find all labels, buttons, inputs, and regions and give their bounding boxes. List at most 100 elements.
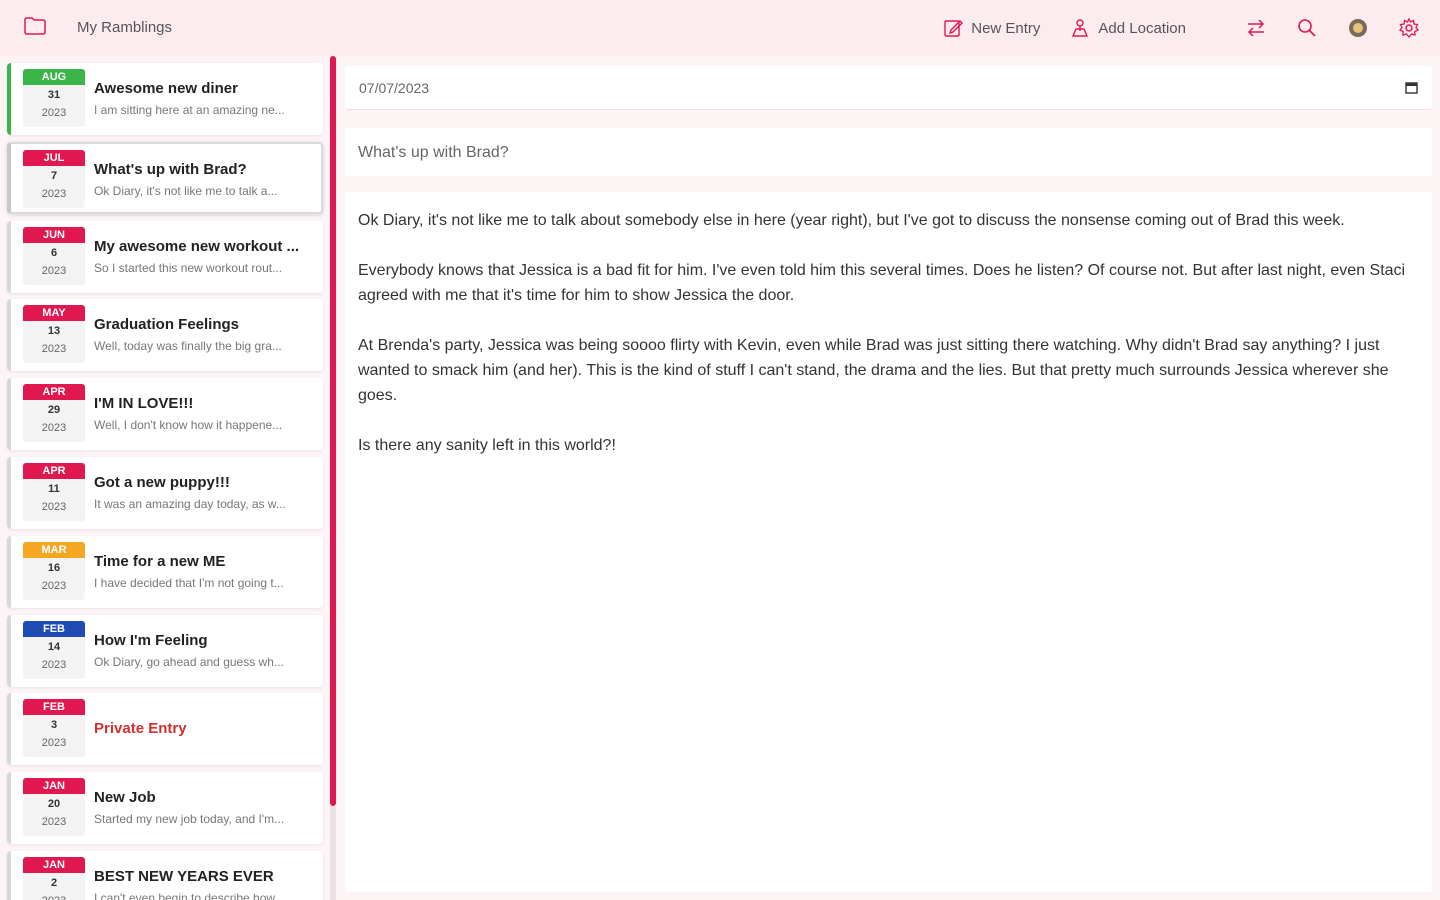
scrollbar-track[interactable] <box>330 806 336 900</box>
entry-year: 2023 <box>41 107 67 119</box>
entry-day: 29 <box>47 404 61 417</box>
entry-title: BEST NEW YEARS EVER <box>94 868 274 885</box>
new-entry-button[interactable]: New Entry <box>943 18 1040 38</box>
entry-preview: It was an amazing day today, as w... <box>94 497 286 511</box>
profile-button[interactable] <box>1347 17 1369 39</box>
entry-card[interactable]: FEB 14 2023 How I'm Feeling Ok Diary, go ahe… <box>7 614 323 687</box>
entry-preview: I am sitting here at an amazing ne... <box>94 103 285 117</box>
entry-month: APR <box>23 463 85 479</box>
date-badge: FEB 3 2023 <box>23 699 85 758</box>
swap-arrows-icon <box>1247 19 1265 37</box>
entry-day: 11 <box>48 483 60 495</box>
body-paragraph: Ok Diary, it's not like me to talk about… <box>358 212 1345 229</box>
entry-card[interactable]: JAN 2 2023 BEST NEW YEARS EVER I can't even … <box>7 851 323 900</box>
date-badge: APR 29 2023 <box>23 384 85 443</box>
entry-year: 2023 <box>41 737 67 750</box>
entry-month: MAR <box>23 541 85 558</box>
entry-year: 2023 <box>41 187 67 200</box>
entry-card[interactable]: APR 11 2023 Got a new puppy!!! It was an ama… <box>7 457 323 529</box>
entry-day: 14 <box>47 640 61 653</box>
entry-title: I'M IN LOVE!!! <box>94 395 194 413</box>
entry-day: 13 <box>47 325 61 338</box>
entry-title-input[interactable]: What's up with Brad? <box>345 128 1432 176</box>
date-value: 07/07/2023 <box>359 80 430 96</box>
entry-preview: Well, today was finally the big gra... <box>94 339 282 354</box>
settings-button[interactable] <box>1398 17 1420 39</box>
date-badge: JAN 20 2023 <box>23 778 85 837</box>
date-badge: FEB 14 2023 <box>23 620 85 679</box>
search-button[interactable] <box>1296 17 1318 39</box>
entry-month: JAN <box>23 778 85 795</box>
entry-day: 7 <box>50 169 58 182</box>
entry-preview: Ok Diary, go ahead and guess wh... <box>94 654 284 669</box>
entry-list: AUG 31 2023 Awesome new diner I am sitting h… <box>0 56 330 900</box>
entry-card[interactable]: MAY 13 2023 Graduation Feelings Well, today … <box>7 299 323 372</box>
entry-preview: Well, I don't know how it happene... <box>94 418 283 433</box>
body-paragraph: Everybody knows that Jessica is a bad fi… <box>358 262 1406 304</box>
entry-month: APR <box>23 384 85 401</box>
entry-title-value: What's up with Brad? <box>358 144 509 161</box>
entry-day: 31 <box>47 89 61 101</box>
search-icon <box>1298 19 1316 37</box>
date-badge: JUN 6 2023 <box>23 226 85 285</box>
entry-preview: Started my new job today, and I'm... <box>94 812 285 827</box>
entry-body-textarea[interactable]: Ok Diary, it's not like me to talk about… <box>345 192 1432 892</box>
entry-card[interactable]: FEB 3 2023 Private Entry <box>7 693 323 766</box>
entry-month: MAY <box>23 305 85 322</box>
entry-month: JUL <box>23 149 85 166</box>
entry-year: 2023 <box>41 422 67 435</box>
entry-day: 6 <box>50 246 58 259</box>
entry-month: FEB <box>23 620 85 637</box>
entry-card[interactable]: AUG 31 2023 Awesome new diner I am sitting h… <box>7 63 323 135</box>
body-paragraph: Is there any sanity left in this world?! <box>358 437 616 454</box>
entry-day: 16 <box>47 561 61 574</box>
edit-icon <box>944 20 964 37</box>
entry-year: 2023 <box>41 501 67 513</box>
add-location-button[interactable]: Add Location <box>1070 18 1186 38</box>
location-pin-icon <box>1072 19 1089 37</box>
gear-icon <box>1398 17 1420 39</box>
entry-month: FEB <box>23 699 85 716</box>
entry-year: 2023 <box>41 658 67 671</box>
entry-title: Got a new puppy!!! <box>94 474 230 491</box>
entry-title: Time for a new ME <box>94 552 226 570</box>
top-bar: My Ramblings New Entry Add Location <box>0 0 1440 56</box>
entry-year: 2023 <box>41 343 67 356</box>
entry-year: 2023 <box>23 892 85 900</box>
entry-title: Graduation Feelings <box>94 316 240 334</box>
entry-month: JUN <box>23 226 85 243</box>
entry-card[interactable]: JUL 7 2023 What's up with Brad? Ok Diary, it… <box>7 141 323 214</box>
body-paragraph: At Brenda's party, Jessica was being soo… <box>358 337 1389 404</box>
date-badge: APR 11 2023 <box>23 463 85 521</box>
date-input[interactable]: 07/07/2023 <box>345 66 1432 110</box>
date-badge: JUL 7 2023 <box>23 149 85 208</box>
entry-day: 20 <box>47 798 61 811</box>
date-badge: MAR 16 2023 <box>23 541 85 600</box>
entry-preview: I have decided that I'm not going t... <box>94 575 284 590</box>
entry-month: JAN <box>23 857 85 873</box>
entry-card[interactable]: JUN 6 2023 My awesome new workout ... So I s… <box>7 220 323 293</box>
avatar-icon <box>1349 19 1367 37</box>
entry-title: Private Entry <box>94 720 187 738</box>
entry-title: New Job <box>94 789 156 807</box>
entry-card[interactable]: MAR 16 2023 Time for a new ME I have decided… <box>7 535 323 608</box>
entry-preview: So I started this new workout rout... <box>94 260 283 275</box>
entry-year: 2023 <box>41 816 67 829</box>
date-badge: JAN 2 2023 <box>23 857 85 900</box>
entry-year: 2023 <box>41 264 67 277</box>
scrollbar-thumb[interactable] <box>330 56 336 806</box>
calendar-icon[interactable] <box>1405 81 1418 94</box>
entry-title: My awesome new workout ... <box>94 237 300 255</box>
app-title: My Ramblings <box>77 19 173 36</box>
sort-button[interactable] <box>1245 17 1267 39</box>
folder-icon[interactable] <box>24 17 46 35</box>
add-location-label: Add Location <box>1098 19 1186 37</box>
date-badge: AUG 31 2023 <box>23 69 85 127</box>
entry-year: 2023 <box>41 579 67 592</box>
entry-card[interactable]: APR 29 2023 I'M IN LOVE!!! Well, I don't kno… <box>7 378 323 451</box>
entry-card[interactable]: JAN 20 2023 New Job Started my new job today… <box>7 772 323 845</box>
entry-title: How I'm Feeling <box>94 631 208 649</box>
toolbar-actions: New Entry Add Location <box>943 0 1420 56</box>
date-badge: MAY 13 2023 <box>23 305 85 364</box>
entry-month: AUG <box>23 69 85 85</box>
